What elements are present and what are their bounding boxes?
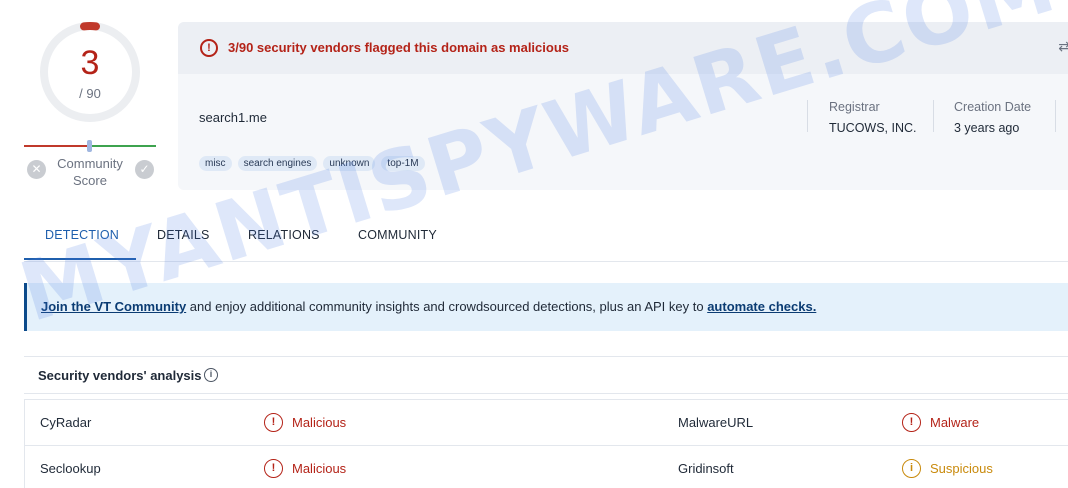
vendor-result: ! Malicious xyxy=(264,413,346,432)
community-score-label: Community Score xyxy=(57,156,123,188)
registrar-label: Registrar xyxy=(829,100,880,114)
join-community-link[interactable]: Join the VT Community xyxy=(41,299,186,314)
info-circle-icon: i xyxy=(902,459,921,478)
alert-circle-icon: ! xyxy=(902,413,921,432)
domain-name: search1.me xyxy=(199,110,267,125)
tab-detection[interactable]: DETECTION xyxy=(45,228,119,242)
vendor-result: ! Malware xyxy=(902,413,979,432)
close-circle-icon: ✕ xyxy=(31,162,42,176)
alert-circle-icon: ! xyxy=(200,39,218,57)
domain-summary-card: ! 3/90 security vendors flagged this dom… xyxy=(178,22,1068,190)
info-icon[interactable]: i xyxy=(204,368,218,382)
tag-unknown[interactable]: unknown xyxy=(323,156,376,171)
active-tab-indicator xyxy=(24,258,136,260)
vendors-analysis-header: Security vendors' analysis i xyxy=(24,356,1068,394)
community-banner: Join the VT Community and enjoy addition… xyxy=(24,283,1068,331)
creation-date-value: 3 years ago xyxy=(954,121,1020,135)
vendor-name: CyRadar xyxy=(40,415,92,430)
tag-top-1m[interactable]: top-1M xyxy=(381,156,425,171)
community-score-bar xyxy=(24,140,156,152)
detection-total: / 90 xyxy=(79,86,101,101)
tag-search-engines[interactable]: search engines xyxy=(237,156,318,171)
creation-date-label: Creation Date xyxy=(954,100,1032,114)
banner-message: and enjoy additional community insights … xyxy=(186,299,708,314)
divider xyxy=(1055,100,1056,132)
vendor-name: Gridinsoft xyxy=(678,461,734,476)
detection-count: 3 xyxy=(80,44,100,82)
table-row: CyRadar ! Malicious MalwareURL ! Malware xyxy=(24,399,1068,445)
vendors-table: CyRadar ! Malicious MalwareURL ! Malware S… xyxy=(24,399,1068,488)
community-score-marker xyxy=(87,140,92,152)
divider xyxy=(933,100,934,132)
divider xyxy=(807,100,808,132)
report-tabs: DETECTION DETAILS RELATIONS COMMUNITY xyxy=(24,214,1068,262)
vote-harmless-button[interactable]: ✓ xyxy=(135,160,154,179)
tab-relations[interactable]: RELATIONS xyxy=(248,228,320,242)
vendor-result: ! Malicious xyxy=(264,459,346,478)
vendor-name: Seclookup xyxy=(40,461,101,476)
registrar-value: TUCOWS, INC. xyxy=(829,121,917,135)
check-circle-icon: ✓ xyxy=(139,162,150,176)
tag-misc[interactable]: misc xyxy=(199,156,232,171)
malicious-alert-bar: ! 3/90 security vendors flagged this dom… xyxy=(178,22,1068,74)
alert-circle-icon: ! xyxy=(264,459,283,478)
alert-circle-icon: ! xyxy=(264,413,283,432)
table-row: Seclookup ! Malicious Gridinsoft i Suspici… xyxy=(24,445,1068,488)
section-title: Security vendors' analysis xyxy=(38,368,202,383)
tab-community[interactable]: COMMUNITY xyxy=(358,228,437,242)
tag-list: misc search engines unknown top-1M xyxy=(199,156,425,171)
vendor-result: i Suspicious xyxy=(902,459,993,478)
vote-harmful-button[interactable]: ✕ xyxy=(27,160,46,179)
vendor-name: MalwareURL xyxy=(678,415,754,430)
banner-text: Join the VT Community and enjoy addition… xyxy=(41,299,816,314)
tab-details[interactable]: DETAILS xyxy=(157,228,210,242)
alert-message: 3/90 security vendors flagged this domai… xyxy=(228,40,570,55)
more-options-icon[interactable]: ⇄ xyxy=(1058,38,1068,55)
automate-checks-link[interactable]: automate checks. xyxy=(707,299,816,314)
detection-score-widget: 3 / 90 ✕ Community Score ✓ xyxy=(24,14,156,194)
